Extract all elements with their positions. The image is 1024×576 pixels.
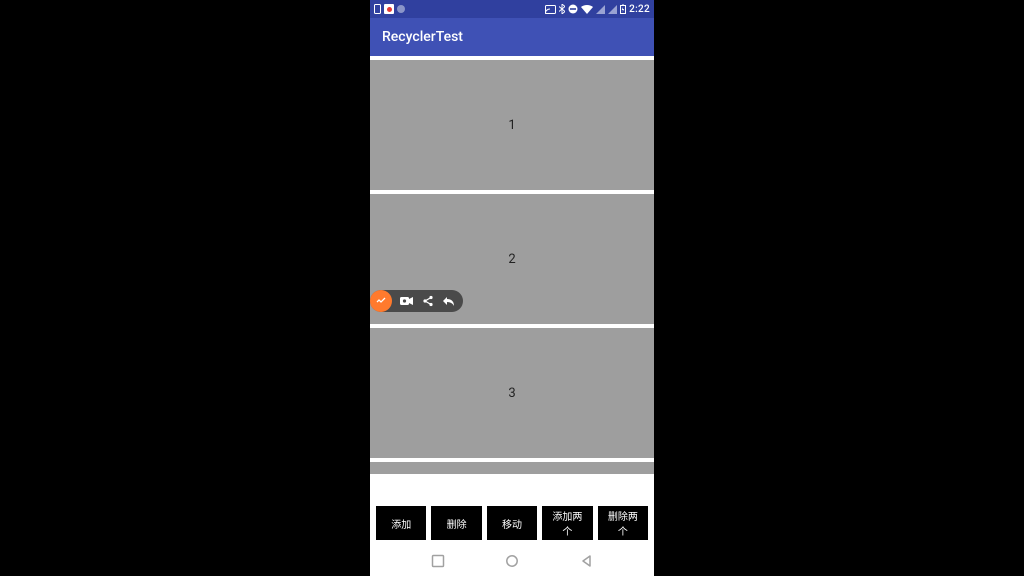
record-icon [384, 4, 394, 14]
list-item-label: 2 [508, 252, 515, 267]
add-button[interactable]: 添加 [376, 506, 426, 540]
remove-two-button[interactable]: 删除两个 [598, 506, 648, 540]
action-button-row: 添加 删除 移动 添加两个 删除两个 [370, 498, 654, 546]
signal2-icon [608, 5, 617, 14]
add-two-button[interactable]: 添加两个 [542, 506, 592, 540]
nav-recent-icon[interactable] [431, 554, 445, 568]
reply-icon[interactable] [442, 296, 455, 307]
dnd-icon [568, 4, 578, 14]
recorder-badge-icon[interactable] [370, 290, 392, 312]
wifi-icon [581, 5, 593, 14]
bluetooth-icon [559, 4, 565, 14]
phone-frame: 2:22 RecyclerTest 1 2 3 添加 删除 移动 添加两个 删除… [370, 0, 654, 576]
screen-recorder-pill[interactable] [370, 290, 463, 312]
android-nav-bar [370, 546, 654, 576]
battery-icon [620, 4, 626, 14]
remove-button[interactable]: 删除 [431, 506, 481, 540]
app-bar: RecyclerTest [370, 18, 654, 56]
nav-back-icon[interactable] [580, 554, 594, 568]
cast-icon [545, 5, 556, 14]
list-item-label: 3 [508, 386, 515, 401]
grey-dot-icon [397, 5, 405, 13]
status-time: 2:22 [629, 4, 650, 15]
status-bar: 2:22 [370, 0, 654, 18]
signal-icon [596, 5, 605, 14]
video-icon[interactable] [400, 296, 414, 306]
portrait-icon [374, 4, 381, 14]
list-item[interactable]: 3 [370, 328, 654, 458]
nav-home-icon[interactable] [505, 554, 519, 568]
share-icon[interactable] [422, 295, 434, 307]
list-item[interactable]: 1 [370, 60, 654, 190]
recycler-list[interactable]: 1 2 3 [370, 56, 654, 498]
list-item-label: 1 [508, 118, 515, 133]
app-title: RecyclerTest [382, 29, 463, 45]
list-item[interactable] [370, 462, 654, 474]
move-button[interactable]: 移动 [487, 506, 537, 540]
